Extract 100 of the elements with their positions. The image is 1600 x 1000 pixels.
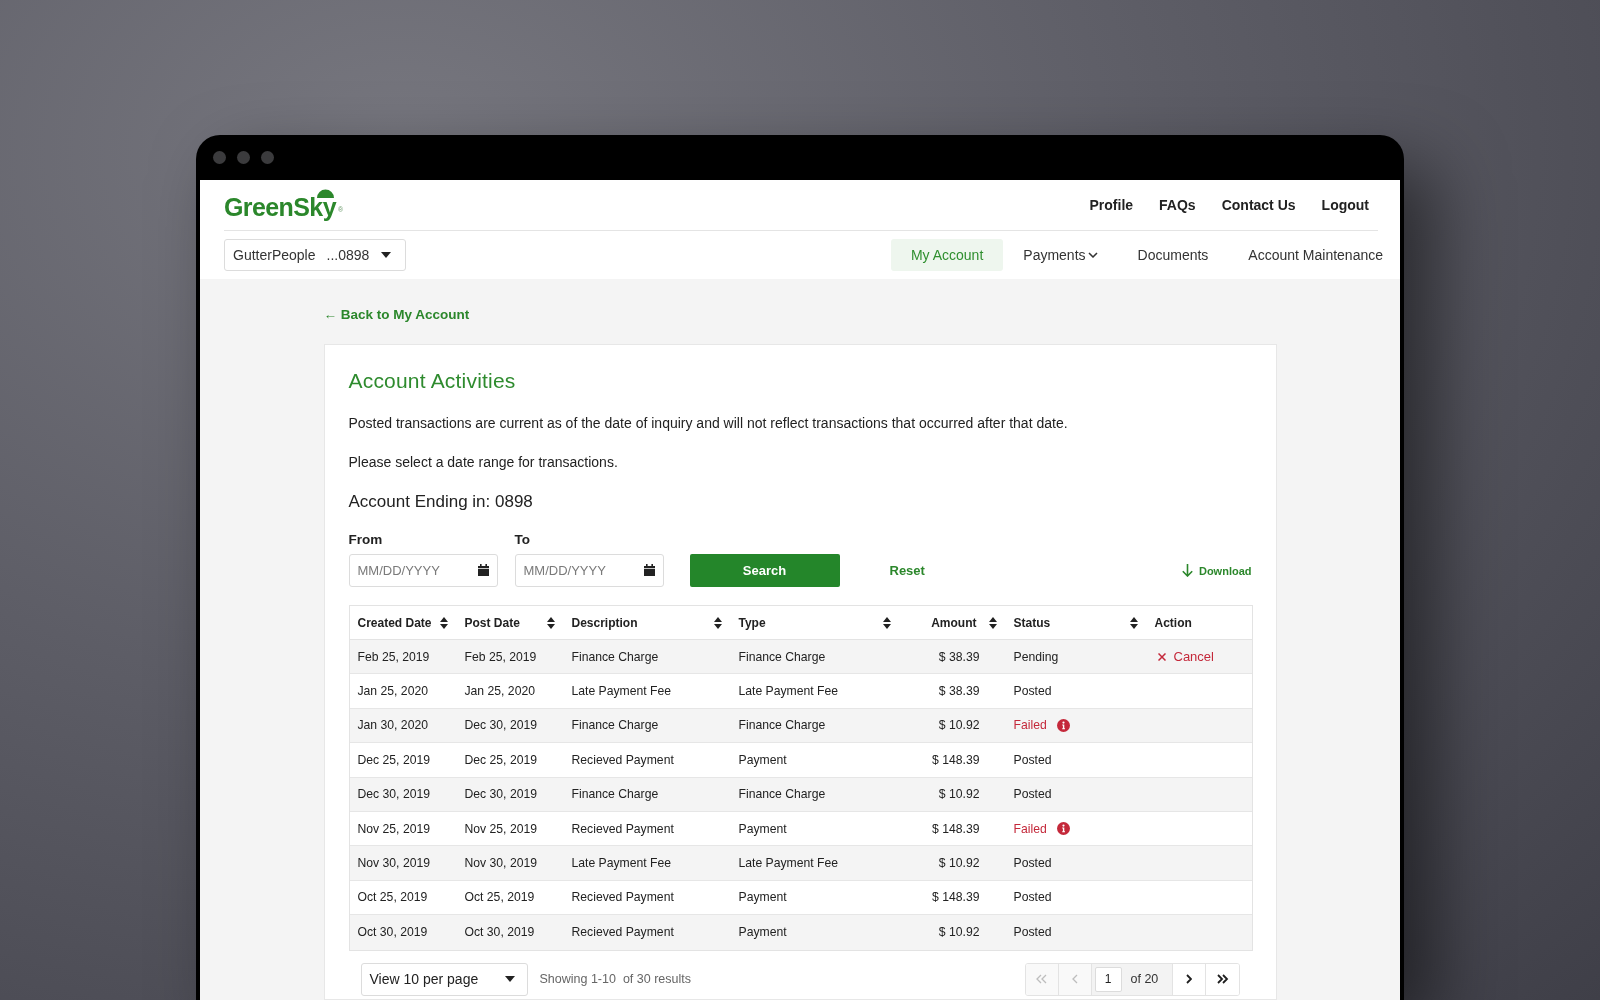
table-cell-text: $ 148.39 [931,889,981,907]
window-dot-icon [261,151,274,164]
info-text: Please select a date range for transactions. [348,453,619,472]
table-cell-text: $ 10.92 [937,717,981,735]
page-total: of 20 [1130,972,1159,986]
status-text: Posted [1013,787,1052,802]
nav-tab[interactable]: Documents [1117,239,1229,271]
table-cell-text: Late Payment Fee [570,683,673,701]
close-icon [1157,652,1166,661]
field-label: From [348,531,383,549]
table-cell-text: Recieved Payment [570,820,675,838]
date-input-field[interactable]: MM/DD/YYYY [514,554,664,587]
column-header: Action [1154,615,1192,630]
calendar-icon[interactable] [477,564,489,576]
table-cell-text: Feb 25, 2019 [463,648,538,666]
table-cell-text: Feb 25, 2019 [356,648,431,666]
info-text: Posted transactions are current as of the date of inquiry and will not reflect transactions that occurred after that date. [348,414,1069,433]
table-cell-text: Dec 30, 2019 [463,717,538,735]
info-icon[interactable] [1056,822,1070,836]
info-icon[interactable] [1056,718,1070,732]
column-header: Post Date [464,615,520,630]
nav-tab[interactable]: My Account [890,239,1004,271]
back-link[interactable]: ← Back to My Account [323,306,470,324]
table-cell-text: Recieved Payment [570,889,675,907]
table-cell-text: Recieved Payment [570,751,675,769]
table-cell-text: $ 10.92 [937,855,981,873]
sort-icon[interactable] [1129,616,1138,629]
table-cell-text: Nov 30, 2019 [356,855,431,873]
table-cell-text: Finance Charge [570,717,660,735]
table-cell-text: $ 38.39 [937,683,981,701]
table-cell-text: Recieved Payment [570,924,675,942]
nav-tab[interactable]: Payments [1003,239,1118,271]
sort-icon[interactable] [439,616,448,629]
column-header: Status [1013,615,1051,630]
column-header: Description [571,615,638,630]
table-cell-text: Nov 25, 2019 [356,820,431,838]
field-label: To [514,531,530,549]
table-cell-text: Payment [737,820,788,838]
table-cell-text: Oct 30, 2019 [356,924,429,942]
account-number: ...0898 [326,247,370,263]
table-cell-text: Jan 25, 2020 [463,683,536,701]
table-cell-text: Dec 30, 2019 [356,786,431,804]
table-cell-text: Finance Charge [570,648,660,666]
reset-button[interactable]: Reset [883,554,931,587]
page-title: Account Activities [348,368,517,394]
table-cell-text: Finance Charge [737,648,827,666]
header-link[interactable]: Contact Us [1221,197,1296,213]
table-cell-text: Late Payment Fee [737,855,840,873]
status-text: Failed [1013,821,1047,836]
download-link[interactable]: Download [1181,554,1252,587]
search-button[interactable]: Search [689,554,840,587]
status-text: Posted [1013,890,1052,905]
table-cell-text: Payment [737,924,788,942]
nav-tab[interactable]: Account Maintenance [1228,239,1383,271]
table-cell-text: $ 10.92 [937,924,981,942]
table-cell-text: Late Payment Fee [570,855,673,873]
chevron-down-icon [1087,252,1098,258]
table-cell-text: Nov 25, 2019 [463,820,538,838]
table-cell-text: Late Payment Fee [737,683,840,701]
results-summary: Showing 1-10 of 30 results [539,972,691,986]
table-cell-text: $ 38.39 [937,648,981,666]
table-cell-text: Dec 25, 2019 [356,751,431,769]
header-link[interactable]: Logout [1321,197,1369,213]
caret-down-icon [381,252,391,258]
table-cell-text: Oct 25, 2019 [463,889,536,907]
cancel-link[interactable]: Cancel [1157,649,1214,665]
header-link[interactable]: Profile [1089,197,1134,213]
table-cell-text: Finance Charge [570,786,660,804]
sort-icon[interactable] [988,616,997,629]
table-cell-text: Finance Charge [737,786,827,804]
download-arrow-icon [1181,564,1193,577]
sort-icon[interactable] [882,616,891,629]
account-select[interactable]: GutterPeople ...0898 [224,239,406,271]
table-cell-text: Finance Charge [737,717,827,735]
table-cell-text: Jan 30, 2020 [356,717,429,735]
status-text: Pending [1013,649,1059,664]
table-cell-text: Jan 25, 2020 [356,683,429,701]
table-cell-text: $ 10.92 [937,786,981,804]
table-cell-text: Oct 30, 2019 [463,924,536,942]
table-cell-text: Payment [737,751,788,769]
status-text: Posted [1013,752,1052,767]
sort-icon[interactable] [546,616,555,629]
table-cell-text: Payment [737,889,788,907]
caret-down-icon [504,976,515,982]
column-header: Type [738,615,766,630]
status-text: Failed [1013,718,1047,733]
per-page-select[interactable]: View 10 per page [360,962,528,996]
column-header: Created Date [357,615,432,630]
table-cell-text: Nov 30, 2019 [463,855,538,873]
date-input-field[interactable]: MM/DD/YYYY [348,554,498,587]
table-cell-text: $ 148.39 [931,751,981,769]
table-cell-text: Oct 25, 2019 [356,889,429,907]
table-cell-text: Dec 25, 2019 [463,751,538,769]
status-text: Posted [1013,684,1052,699]
header-link[interactable]: FAQs [1159,197,1196,213]
page-input[interactable]: 1 [1094,966,1122,992]
calendar-icon[interactable] [643,564,655,576]
window-dot-icon [237,151,250,164]
window-dot-icon [213,151,226,164]
sort-icon[interactable] [713,616,722,629]
